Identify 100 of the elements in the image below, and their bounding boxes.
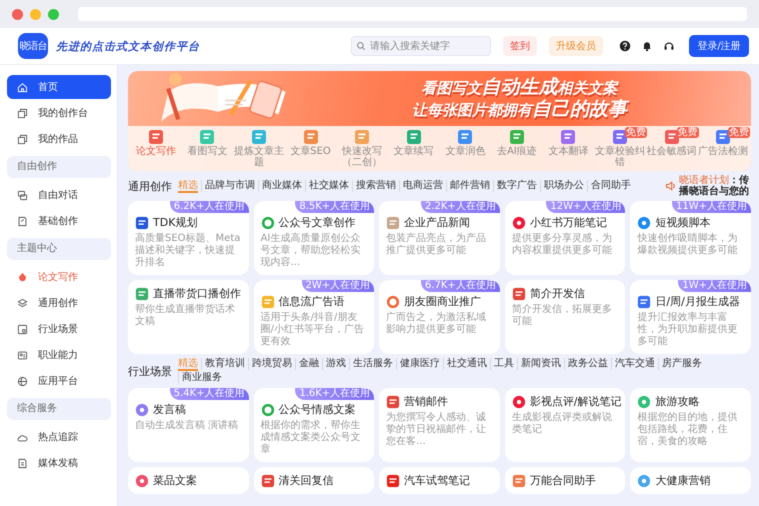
tool-card[interactable]: 2W+人在使用 信息流广告语 适用于头条/抖音/朋友圈/小红书等平台，广告更有效: [254, 280, 374, 354]
category-tab[interactable]: 商业服务: [178, 372, 225, 384]
category-tab[interactable]: 新闻资讯: [517, 358, 564, 370]
note-icon: [17, 216, 28, 226]
sidebar-group-header: 自由创作: [7, 156, 111, 178]
sidebar-item[interactable]: 应用平台: [7, 369, 111, 393]
category-tab[interactable]: 电商运营: [399, 180, 446, 192]
tool-card[interactable]: 2.2K+人在使用 企业产品新闻 包装产品亮点，为产品推广提供更多可能: [379, 201, 500, 275]
category-tab[interactable]: 健康医疗: [396, 358, 443, 370]
card-title: 短视频脚本: [655, 215, 710, 230]
square-icon: [260, 294, 275, 308]
card-title: 公众号情感文案: [278, 402, 356, 417]
category-tab[interactable]: 房产服务: [658, 358, 705, 370]
category-tab[interactable]: 教育培训: [201, 358, 248, 370]
card-description: 根据您的目的地，提供包括路线，花费，住宿，美食的攻略: [637, 412, 738, 448]
category-tab[interactable]: 游戏: [322, 358, 349, 370]
tool-card[interactable]: 简介开发信 简介开发信，拓展更多可能: [504, 280, 626, 354]
category-tab[interactable]: 金融: [295, 358, 322, 370]
sidebar-item[interactable]: 我的创作台: [7, 101, 111, 125]
card-title: 发言稿: [153, 402, 186, 417]
login-button[interactable]: 登录/注册: [689, 35, 749, 57]
sidebar-item[interactable]: 论文写作: [7, 265, 111, 289]
category-tab[interactable]: 合同助手: [587, 180, 634, 192]
check-in-button[interactable]: 签到: [503, 36, 537, 56]
usage-badge: 11W+人在使用: [672, 201, 751, 213]
section-title: 通用创作: [128, 178, 172, 194]
card-description: AI生成高质量原创公众号文章，帮助您轻松实现内容...: [260, 233, 362, 269]
sidebar-item[interactable]: 首页: [7, 75, 111, 99]
announcement-link[interactable]: 晓语者计划：传播晓语台与您的: [679, 175, 751, 197]
tool-card[interactable]: 大健康营销: [630, 467, 751, 494]
window-close-button[interactable]: [12, 8, 23, 20]
usage-badge: 5.4K+人在使用: [170, 388, 249, 400]
house-icon: [17, 82, 28, 92]
category-tab[interactable]: 工具: [490, 358, 517, 370]
search-field[interactable]: 请输入搜索关键字: [351, 36, 491, 56]
category-tab[interactable]: 跨境贸易: [248, 358, 295, 370]
tool-card[interactable]: 旅游攻略 根据您的目的地，提供包括路线，花费，住宿，美食的攻略: [630, 388, 751, 462]
headset-icon[interactable]: [663, 40, 675, 52]
sidebar-item[interactable]: 行业场景: [7, 317, 111, 341]
free-badge: 免费: [624, 127, 647, 138]
card-title: 万能合同助手: [530, 473, 596, 488]
circle-icon: [637, 394, 652, 408]
category-tab[interactable]: 政务公益: [564, 358, 611, 370]
tile-icon: [664, 130, 679, 144]
tool-card[interactable]: 万能合同助手: [504, 467, 626, 494]
tool-card[interactable]: 8.5K+人在使用 公众号文章创作 AI生成高质量原创公众号文章，帮助您轻松实现内容...: [254, 201, 374, 275]
sidebar-item[interactable]: 职业能力: [7, 343, 111, 367]
ring-icon: [260, 216, 275, 230]
tile-icon: [561, 130, 576, 144]
stacked-squares-icon: [17, 134, 28, 144]
category-tab[interactable]: 商业媒体: [258, 180, 305, 192]
sidebar-group-header: 综合服务: [7, 398, 111, 420]
category-tab[interactable]: 搜索营销: [352, 180, 399, 192]
category-tab[interactable]: 社交通讯: [443, 358, 490, 370]
category-tab[interactable]: 社交媒体: [305, 180, 352, 192]
category-tab[interactable]: 品牌与市调: [201, 180, 258, 192]
category-tab[interactable]: 邮件营销: [446, 180, 493, 192]
category-tab[interactable]: 生活服务: [349, 358, 396, 370]
tile-icon: [252, 130, 266, 144]
window-minimize-button[interactable]: [30, 8, 41, 20]
sidebar-item[interactable]: 我的作品: [7, 127, 111, 151]
tile-icon: [355, 130, 370, 144]
tool-card[interactable]: 5.4K+人在使用 发言稿 自动生成发言稿 演讲稿: [128, 388, 249, 462]
window-zoom-button[interactable]: [48, 8, 59, 20]
circle-icon: [637, 216, 652, 230]
card-title: 简介开发信: [530, 286, 585, 301]
bell-icon[interactable]: [641, 40, 653, 52]
tile-icon: [148, 130, 163, 144]
tool-card[interactable]: 汽车试驾笔记: [379, 467, 500, 494]
sidebar-item[interactable]: 通用创作: [7, 291, 111, 315]
tool-card[interactable]: 1W+人在使用 日/周/月报生成器 提升汇报效率与丰富性，为升职加薪提供更多可能: [630, 280, 751, 354]
tool-card[interactable]: 直播带货口播创作 帮你生成直播带货话术文稿: [128, 280, 249, 354]
category-tab[interactable]: 数字广告: [493, 180, 540, 192]
circle-icon: [512, 394, 526, 408]
card-title: 日/周/月报生成器: [655, 294, 740, 309]
ring-icon: [386, 294, 400, 308]
card-description: 提供更多分享灵感，为内容权重提供更多可能: [512, 233, 613, 257]
app-logo[interactable]: 晓语台: [18, 33, 48, 59]
tool-card[interactable]: 6.7K+人在使用 朋友圈商业推广 广而告之，为激活私域影响力提供更多可能: [379, 280, 500, 354]
tool-card[interactable]: 1.6K+人在使用 公众号情感文案 根据你的需求，帮你生成情感文案类公众号文章: [254, 388, 374, 462]
tool-card[interactable]: 6.2K+人在使用 TDK规划 高质量SEO标题、Meta描述和关键字，快速提升排名: [128, 201, 249, 275]
tool-card[interactable]: 12W+人在使用 小红书万能笔记 提供更多分享灵感，为内容权重提供更多可能: [504, 201, 626, 275]
card-title: 朋友圈商业推广: [404, 294, 482, 309]
tool-card[interactable]: 清关回复信: [254, 467, 374, 494]
sidebar-item[interactable]: 基础创作: [7, 209, 111, 233]
tool-card[interactable]: 11W+人在使用 短视频脚本 快速创作吸睛脚本，为爆款视频提供更多可能: [630, 201, 751, 275]
card-description: 适用于头条/抖音/朋友圈/小红书等平台，广告更有效: [260, 312, 365, 348]
card-title: 营销邮件: [404, 394, 448, 409]
tool-card[interactable]: 营销邮件 为您撰写令人感动、诚挚的节日祝福邮件，让您在客...: [379, 388, 500, 462]
tool-card[interactable]: 菜品文案: [128, 467, 249, 494]
category-tab[interactable]: 职场办公: [540, 180, 587, 192]
category-tab[interactable]: 汽车交通: [611, 358, 658, 370]
tool-card[interactable]: 影视点评/解说笔记 生成影视点评类或解说类笔记: [504, 388, 626, 462]
sidebar-item[interactable]: 自由对话: [7, 183, 111, 207]
circle-icon: [135, 474, 149, 488]
sidebar-item[interactable]: 热点追踪: [7, 425, 111, 449]
card-title: 信息流广告语: [278, 294, 345, 309]
help-icon[interactable]: [619, 40, 631, 52]
usage-badge: 8.5K+人在使用: [295, 201, 374, 213]
sidebar-item[interactable]: 媒体发稿: [7, 451, 111, 475]
